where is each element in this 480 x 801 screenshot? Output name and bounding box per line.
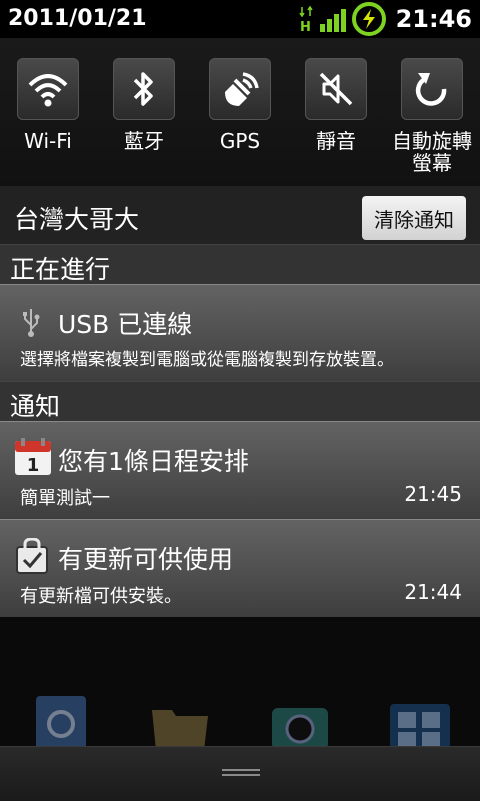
quick-toggle-label: 藍牙 (124, 129, 164, 153)
camera-icon (268, 690, 332, 754)
quick-toggle-gps[interactable]: GPS (192, 58, 288, 152)
signal-icon (319, 6, 346, 32)
quick-toggle-label: 靜音 (316, 129, 356, 153)
folder-icon (148, 690, 212, 754)
quick-toggle-rotate[interactable]: 自動旋轉 螢幕 (384, 58, 480, 174)
data-arrows-icon: H (298, 5, 314, 35)
calendar-icon: 1 (14, 438, 52, 476)
section-header-ongoing: 正在進行 (0, 244, 480, 285)
quick-toggle-label: 自動旋轉 螢幕 (392, 129, 472, 175)
carrier-name: 台灣大哥大 (14, 205, 140, 234)
quick-toggle-mute[interactable]: 靜音 (288, 58, 384, 152)
bluetooth-icon[interactable] (113, 58, 175, 120)
grid-app-icon (388, 690, 452, 754)
status-bar: 2011/01/21 H 21:46 (0, 0, 480, 38)
clear-notifications-button[interactable]: 清除通知 (362, 196, 466, 240)
quick-toggle-label: Wi-Fi (24, 129, 72, 153)
mute-icon[interactable] (305, 58, 367, 120)
carrier-row: 台灣大哥大 清除通知 (0, 186, 480, 244)
svg-text:H: H (300, 20, 311, 33)
update-bag-icon (16, 537, 48, 574)
section-header-label: 通知 (10, 392, 61, 421)
notification-calendar[interactable]: 1 您有1條日程安排 簡單測試一 21:45 (0, 421, 480, 519)
notification-subtitle: 有更新檔可供安裝。 (20, 586, 182, 607)
section-header-notifications: 通知 (0, 381, 480, 422)
gps-icon[interactable] (209, 58, 271, 120)
wifi-icon[interactable] (17, 58, 79, 120)
quick-toggle-wifi[interactable]: Wi-Fi (0, 58, 96, 152)
svg-text:1: 1 (27, 455, 40, 476)
notification-time: 21:45 (404, 482, 462, 506)
status-date: 2011/01/21 (8, 6, 147, 31)
notification-subtitle: 選擇將檔案複製到電腦或從電腦複製到存放裝置。 (20, 350, 394, 370)
battery-charging-icon (351, 2, 386, 36)
notification-title: 有更新可供使用 (58, 545, 234, 574)
section-header-label: 正在進行 (10, 255, 111, 284)
notification-drag-handle[interactable] (0, 746, 480, 801)
quick-toggle-label: GPS (219, 129, 261, 153)
rotate-icon[interactable] (401, 58, 463, 120)
quick-toggle-bluetooth[interactable]: 藍牙 (96, 58, 192, 152)
contacts-icon (30, 690, 94, 754)
notification-update[interactable]: 有更新可供使用 有更新檔可供安裝。 21:44 (0, 519, 480, 617)
notification-time: 21:44 (404, 580, 462, 604)
grip-icon (222, 769, 260, 779)
notification-title: USB 已連線 (58, 310, 193, 339)
status-icons: H 21:46 (298, 0, 472, 38)
notification-title: 您有1條日程安排 (58, 447, 249, 476)
status-time: 21:46 (395, 5, 472, 33)
notification-subtitle: 簡單測試一 (20, 488, 110, 509)
usb-icon (20, 307, 42, 337)
notification-usb[interactable]: USB 已連線 選擇將檔案複製到電腦或從電腦複製到存放裝置。 (0, 284, 480, 381)
quick-settings-panel: Wi-Fi 藍牙 GPS 靜音 自動旋轉 螢幕 (0, 38, 480, 186)
